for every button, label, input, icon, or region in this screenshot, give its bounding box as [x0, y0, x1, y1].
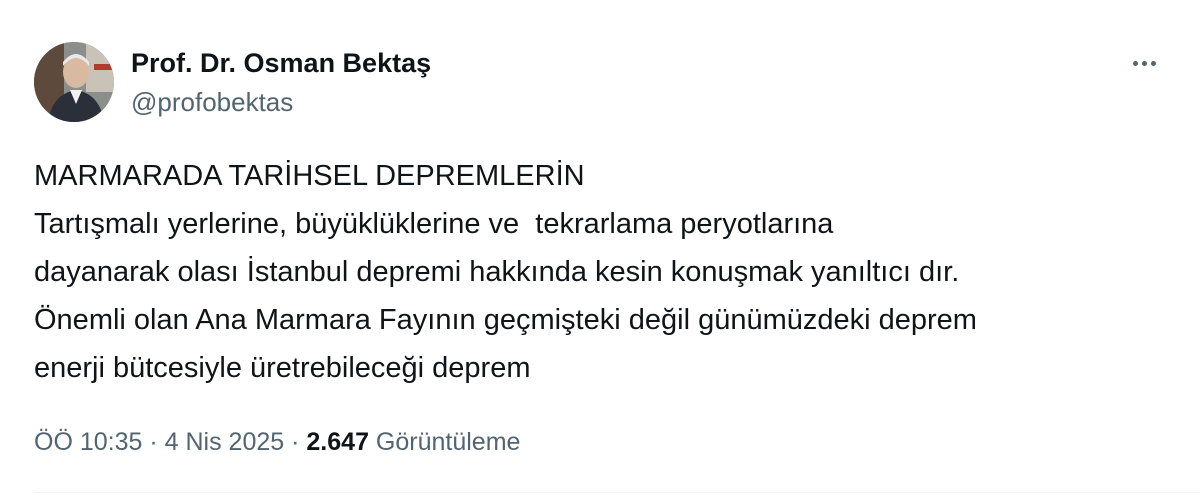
tweet-text-line: Tartışmalı yerlerine, büyüklüklerine ve …: [34, 208, 834, 240]
author-handle[interactable]: @profobektas: [131, 84, 431, 120]
tweet-text: MARMARADA TARİHSEL DEPREMLERİN Tartışmal…: [34, 152, 1174, 392]
meta-separator: ·: [149, 428, 158, 456]
avatar-photo: [34, 42, 114, 122]
more-options-button[interactable]: [1124, 48, 1164, 78]
tweet-text-line: Önemli olan Ana Marmara Fayının geçmişte…: [34, 304, 977, 336]
author-display-name[interactable]: Prof. Dr. Osman Bektaş: [131, 45, 431, 81]
tweet-meta: ÖÖ 10:35 · 4 Nis 2025 · 2.647 Görüntülem…: [34, 422, 520, 462]
more-horizontal-icon: [1132, 60, 1138, 66]
tweet-header: Prof. Dr. Osman Bektaş @profobektas: [34, 42, 431, 122]
tweet-card: Prof. Dr. Osman Bektaş @profobektas MARM…: [0, 0, 1200, 496]
divider: [34, 492, 1200, 493]
tweet-text-line: dayanarak olası İstanbul depremi hakkınd…: [34, 256, 960, 288]
views-count[interactable]: 2.647: [306, 428, 369, 456]
author-names: Prof. Dr. Osman Bektaş @profobektas: [131, 45, 431, 120]
tweet-date[interactable]: 4 Nis 2025: [165, 428, 285, 456]
avatar[interactable]: [34, 42, 114, 122]
tweet-time[interactable]: ÖÖ 10:35: [34, 428, 142, 456]
more-horizontal-icon: [1150, 60, 1156, 66]
more-horizontal-icon: [1141, 60, 1147, 66]
meta-separator: ·: [291, 428, 300, 456]
tweet-text-line: MARMARADA TARİHSEL DEPREMLERİN: [34, 160, 585, 192]
views-label: Görüntüleme: [375, 428, 521, 456]
tweet-text-line: enerji bütcesiyle üretrebileceği deprem: [34, 352, 531, 384]
